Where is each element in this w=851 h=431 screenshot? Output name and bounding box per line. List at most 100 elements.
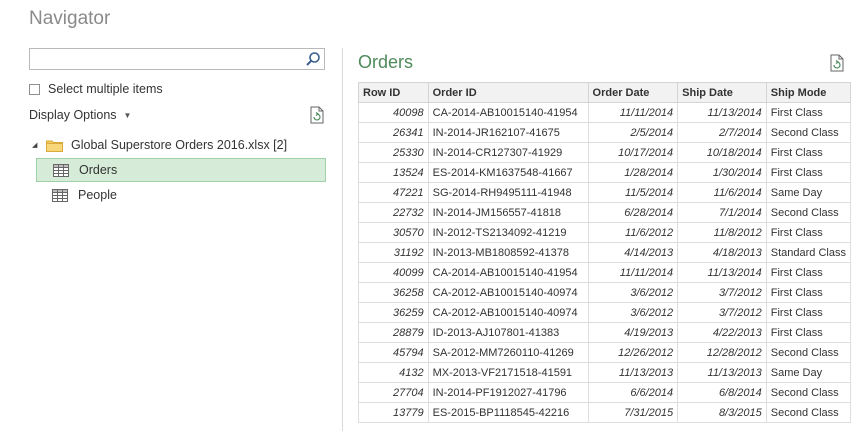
tree-item-label: People [78, 188, 117, 202]
cell-order-id: CA-2012-AB10015140-40974 [427, 302, 589, 323]
cell-order-id: ES-2015-BP1118545-42216 [427, 402, 589, 423]
cell-ship-date: 4/22/2013 [677, 322, 767, 343]
cell-ship-date: 11/8/2012 [677, 222, 767, 243]
cell-row-id: 22732 [358, 202, 429, 223]
table-row: 28879 ID-2013-AJ107801-41383 4/19/2013 4/22… [358, 322, 851, 343]
cell-ship-date: 2/7/2014 [677, 122, 767, 143]
cell-ship-mode: First Class [765, 102, 851, 123]
table-row: 22732 IN-2014-JM156557-41818 6/28/2014 7/1/… [358, 202, 851, 223]
table-row: 40099 CA-2014-AB10015140-41954 11/11/2014 1… [358, 262, 851, 283]
table-row: 36258 CA-2012-AB10015140-40974 3/6/2012 3/7… [358, 282, 851, 303]
table-row: 25330 IN-2014-CR127307-41929 10/17/2014 10/… [358, 142, 851, 163]
table-row: 30570 IN-2012-TS2134092-41219 11/6/2012 11/… [358, 222, 851, 243]
table-header-row: Row ID Order ID Order Date Ship Date Ship Mo… [358, 82, 851, 103]
cell-order-id: MX-2013-VF2171518-41591 [427, 362, 589, 383]
cell-ship-mode: Same Day [765, 182, 851, 203]
table-icon [53, 163, 69, 177]
cell-ship-mode: Second Class [765, 202, 851, 223]
select-multiple-row[interactable]: Select multiple items [29, 81, 163, 97]
cell-order-id: IN-2014-JM156557-41818 [427, 202, 589, 223]
cell-order-date: 11/11/2014 [587, 262, 679, 283]
tree-item-orders[interactable]: Orders [36, 158, 326, 182]
refresh-document-icon[interactable] [829, 54, 845, 72]
cell-ship-date: 1/30/2014 [677, 162, 767, 183]
cell-ship-mode: First Class [765, 222, 851, 243]
cell-ship-mode: Second Class [765, 342, 851, 363]
table-row: 26341 IN-2014-JR162107-41675 2/5/2014 2/7/2… [358, 122, 851, 143]
cell-ship-date: 11/13/2014 [677, 102, 767, 123]
cell-order-date: 4/19/2013 [587, 322, 679, 343]
cell-order-date: 10/17/2014 [587, 142, 679, 163]
cell-order-date: 3/6/2012 [587, 282, 679, 303]
cell-row-id: 36259 [358, 302, 429, 323]
tree-file-label: Global Superstore Orders 2016.xlsx [2] [71, 138, 288, 152]
cell-ship-mode: First Class [765, 262, 851, 283]
cell-order-date: 6/6/2014 [587, 382, 679, 403]
cell-order-id: CA-2014-AB10015140-41954 [427, 262, 589, 283]
cell-order-id: IN-2014-JR162107-41675 [427, 122, 589, 143]
cell-row-id: 45794 [358, 342, 429, 363]
caret-down-icon: ▼ [123, 110, 132, 120]
cell-row-id: 25330 [358, 142, 429, 163]
col-header-order-date[interactable]: Order Date [587, 82, 679, 103]
table-row: 13524 ES-2014-KM1637548-41667 1/28/2014 1/3… [358, 162, 851, 183]
table-row: 27704 IN-2014-PF1912027-41796 6/6/2014 6/8/… [358, 382, 851, 403]
cell-row-id: 13524 [358, 162, 429, 183]
cell-order-id: IN-2013-MB1808592-41378 [427, 242, 589, 263]
table-row: 4132 MX-2013-VF2171518-41591 11/13/2013 11/… [358, 362, 851, 383]
col-header-ship-mode[interactable]: Ship Mode [765, 82, 851, 103]
cell-ship-date: 10/18/2014 [677, 142, 767, 163]
search-input[interactable] [34, 50, 308, 70]
table-row: 45794 SA-2012-MM7260110-41269 12/26/2012 12… [358, 342, 851, 363]
cell-order-date: 12/26/2012 [587, 342, 679, 363]
table-row: 47221 SG-2014-RH9495111-41948 11/5/2014 11/… [358, 182, 851, 203]
cell-order-id: SA-2012-MM7260110-41269 [427, 342, 589, 363]
cell-row-id: 31192 [358, 242, 429, 263]
display-options-button[interactable]: Display Options ▼ [29, 107, 131, 123]
display-options-label: Display Options [29, 108, 117, 122]
cell-ship-date: 11/13/2014 [677, 262, 767, 283]
cell-order-id: IN-2014-CR127307-41929 [427, 142, 589, 163]
cell-order-date: 11/5/2014 [587, 182, 679, 203]
cell-row-id: 40098 [358, 102, 429, 123]
table-row: 36259 CA-2012-AB10015140-40974 3/6/2012 3/7… [358, 302, 851, 323]
search-input-container[interactable] [29, 48, 325, 70]
cell-row-id: 13779 [358, 402, 429, 423]
folder-icon [46, 140, 63, 152]
cell-row-id: 30570 [358, 222, 429, 243]
cell-order-date: 11/11/2014 [587, 102, 679, 123]
cell-order-date: 6/28/2014 [587, 202, 679, 223]
cell-row-id: 27704 [358, 382, 429, 403]
cell-order-date: 3/6/2012 [587, 302, 679, 323]
cell-order-id: CA-2012-AB10015140-40974 [427, 282, 589, 303]
tree-item-people[interactable]: People [36, 183, 326, 207]
search-icon[interactable] [305, 51, 321, 67]
cell-ship-mode: Second Class [765, 382, 851, 403]
cell-ship-mode: Second Class [765, 122, 851, 143]
table-row: 40098 CA-2014-AB10015140-41954 11/11/2014 1… [358, 102, 851, 123]
cell-ship-date: 8/3/2015 [677, 402, 767, 423]
pane-divider[interactable] [342, 48, 343, 431]
cell-ship-date: 4/18/2013 [677, 242, 767, 263]
tree-item-label: Orders [79, 163, 118, 177]
cell-row-id: 47221 [358, 182, 429, 203]
refresh-document-icon[interactable] [309, 106, 325, 124]
select-multiple-label: Select multiple items [48, 82, 163, 96]
cell-order-date: 11/6/2012 [587, 222, 679, 243]
expand-triangle-icon[interactable]: ◢ [32, 141, 42, 149]
cell-ship-mode: Standard Class [765, 242, 851, 263]
cell-ship-mode: First Class [765, 142, 851, 163]
col-header-order-id[interactable]: Order ID [427, 82, 589, 103]
tree-file-node[interactable]: ◢ Global Superstore Orders 2016.xlsx [2] [29, 134, 327, 156]
col-header-ship-date[interactable]: Ship Date [677, 82, 767, 103]
cell-order-date: 7/31/2015 [587, 402, 679, 423]
table-row: 13779 ES-2015-BP1118545-42216 7/31/2015 8/3… [358, 402, 851, 423]
cell-order-date: 2/5/2014 [587, 122, 679, 143]
cell-row-id: 4132 [358, 362, 429, 383]
table-body: 40098 CA-2014-AB10015140-41954 11/11/2014 1… [358, 102, 851, 423]
select-multiple-checkbox[interactable] [29, 83, 40, 95]
cell-ship-date: 6/8/2014 [677, 382, 767, 403]
cell-order-id: IN-2012-TS2134092-41219 [427, 222, 589, 243]
cell-ship-date: 3/7/2012 [677, 282, 767, 303]
col-header-row-id[interactable]: Row ID [358, 82, 429, 103]
